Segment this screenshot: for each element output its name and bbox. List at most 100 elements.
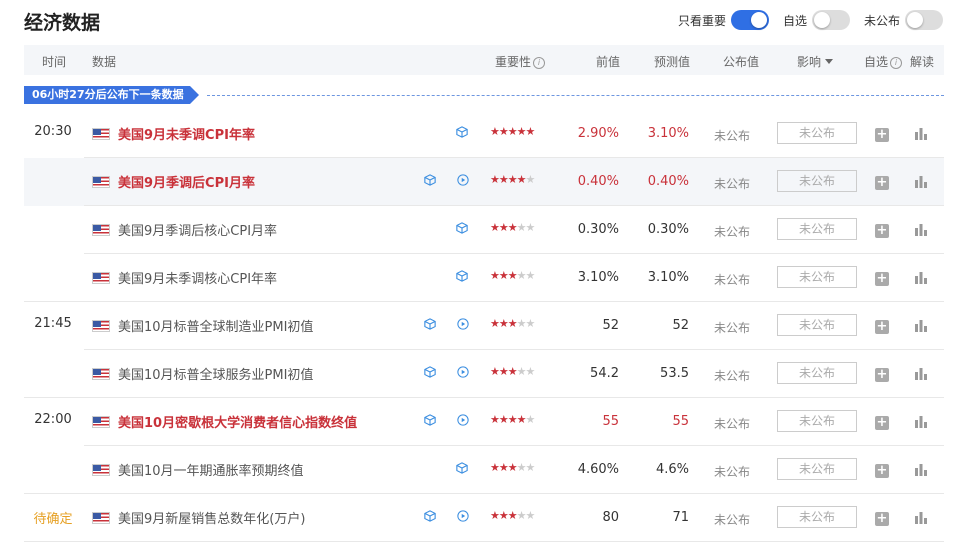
add-watchlist-button[interactable]: + — [875, 368, 889, 382]
table-row[interactable]: 22:00 美国10月密歇根大学消费者信心指数终值 ★★★★★ 55 55 未公布 未公布 + — [24, 398, 944, 446]
previous-value: 80 — [602, 510, 619, 525]
importance-stars: ★★★★★ — [490, 461, 535, 474]
play-icon[interactable] — [457, 414, 469, 426]
play-icon[interactable] — [457, 366, 469, 378]
toggle-unpublished[interactable]: 未公布 — [864, 10, 943, 30]
switch[interactable] — [905, 10, 943, 30]
previous-value: 52 — [602, 318, 619, 333]
table-row[interactable]: 美国10月一年期通胀率预期终值 ★★★★★ 4.60% 4.6% 未公布 未公布 + — [24, 446, 944, 494]
add-watchlist-button[interactable]: + — [875, 464, 889, 478]
chart-icon[interactable] — [914, 318, 928, 332]
table-row[interactable]: 美国9月季调后CPI月率 ★★★★★ 0.40% 0.40% 未公布 未公布 + — [24, 158, 944, 206]
cube-icon[interactable] — [456, 126, 468, 138]
star-icon: ★ — [490, 461, 500, 474]
chart-icon[interactable] — [914, 270, 928, 284]
toggle-label: 只看重要 — [677, 13, 726, 28]
add-watchlist-button[interactable]: + — [875, 512, 889, 526]
cube-icon[interactable] — [456, 462, 468, 474]
impact-box: 未公布 — [777, 506, 857, 528]
play-icon[interactable] — [457, 510, 469, 522]
table-header: 时间 数据 重要性 i 前值 预测值 公布值 影响 自选 i 解读 — [24, 45, 944, 75]
add-watchlist-button[interactable]: + — [875, 320, 889, 334]
col-interpret: 解读 — [910, 55, 935, 69]
forecast-value: 4.6% — [655, 462, 689, 477]
col-importance[interactable]: 重要性 i — [495, 53, 546, 70]
actual-value: 未公布 — [714, 177, 751, 191]
add-watchlist-button[interactable]: + — [875, 176, 889, 190]
previous-value: 4.60% — [577, 462, 619, 477]
table-row[interactable]: 美国9月未季调核心CPI年率 ★★★★★ 3.10% 3.10% 未公布 未公布 + — [24, 254, 944, 302]
switch[interactable] — [811, 10, 850, 30]
chart-icon[interactable] — [914, 174, 928, 188]
impact-box: 未公布 — [777, 314, 857, 336]
chart-icon[interactable] — [914, 510, 928, 524]
event-name[interactable]: 美国9月未季调核心CPI年率 — [118, 268, 277, 287]
chart-icon[interactable] — [914, 462, 928, 476]
col-impact-dropdown[interactable]: 影响 — [797, 53, 834, 70]
add-watchlist-button[interactable]: + — [875, 272, 889, 286]
star-icon: ★ — [507, 221, 518, 234]
help-icon[interactable]: i — [890, 57, 903, 69]
actual-value: 未公布 — [714, 321, 751, 335]
impact-box: 未公布 — [777, 458, 857, 480]
table-row[interactable]: 21:45 美国10月标普全球制造业PMI初值 ★★★★★ 52 52 未公布 未公布 + — [24, 302, 944, 350]
cube-icon[interactable] — [424, 510, 436, 522]
forecast-value: 3.10% — [647, 126, 689, 141]
chart-icon[interactable] — [914, 366, 928, 380]
add-watchlist-button[interactable]: + — [875, 128, 889, 142]
cube-icon[interactable] — [424, 318, 436, 330]
star-icon: ★ — [490, 509, 500, 522]
add-watchlist-button[interactable]: + — [875, 224, 889, 238]
event-name[interactable]: 美国10月标普全球制造业PMI初值 — [118, 316, 313, 335]
importance-stars: ★★★★★ — [490, 221, 535, 234]
chart-icon[interactable] — [914, 126, 928, 140]
star-icon: ★ — [516, 365, 527, 378]
cube-icon[interactable] — [456, 222, 468, 234]
event-name[interactable]: 美国10月密歇根大学消费者信心指数终值 — [118, 412, 357, 431]
star-icon: ★ — [525, 173, 536, 186]
toggle-important-only[interactable]: 只看重要 — [678, 10, 769, 30]
chart-icon[interactable] — [914, 414, 928, 428]
star-icon: ★ — [525, 269, 536, 282]
table-row[interactable]: 美国9月季调后核心CPI月率 ★★★★★ 0.30% 0.30% 未公布 未公布 + — [24, 206, 944, 254]
event-name[interactable]: 美国9月未季调CPI年率 — [118, 124, 255, 143]
table-row[interactable]: 美国10月标普全球服务业PMI初值 ★★★★★ 54.2 53.5 未公布 未公布 + — [24, 350, 944, 398]
cube-icon[interactable] — [424, 366, 436, 378]
previous-value: 0.40% — [577, 174, 619, 189]
previous-value: 2.90% — [577, 126, 619, 141]
impact-box: 未公布 — [777, 266, 857, 288]
help-icon[interactable]: i — [533, 57, 546, 69]
switch[interactable] — [730, 10, 769, 30]
event-name[interactable]: 美国9月季调后核心CPI月率 — [118, 220, 277, 239]
table-row[interactable]: 20:30 美国9月未季调CPI年率 ★★★★★ 2.90% 3.10% 未公布 未公布 + — [24, 110, 944, 158]
event-name[interactable]: 美国10月一年期通胀率预期终值 — [118, 460, 304, 479]
us-flag-icon — [92, 464, 110, 476]
toggle-watchlist[interactable]: 自选 — [783, 10, 850, 30]
star-icon: ★ — [490, 269, 500, 282]
impact-box: 未公布 — [777, 362, 857, 384]
event-name[interactable]: 美国10月标普全球服务业PMI初值 — [118, 364, 313, 383]
impact-box: 未公布 — [777, 122, 857, 144]
importance-stars: ★★★★★ — [490, 509, 535, 522]
star-icon: ★ — [516, 221, 527, 234]
table-row[interactable]: 待确定 美国9月新屋销售总数年化(万户) ★★★★★ 80 71 未公布 未公布 + — [24, 494, 944, 542]
importance-stars: ★★★★★ — [490, 173, 536, 186]
event-name[interactable]: 美国9月新屋销售总数年化(万户) — [118, 508, 305, 527]
us-flag-icon — [92, 320, 110, 332]
star-icon: ★ — [498, 173, 509, 186]
chart-icon[interactable] — [914, 222, 928, 236]
event-name[interactable]: 美国9月季调后CPI月率 — [118, 172, 255, 191]
impact-box: 未公布 — [777, 170, 857, 192]
star-icon: ★ — [498, 413, 509, 426]
cube-icon[interactable] — [456, 270, 468, 282]
us-flag-icon — [92, 128, 110, 140]
play-icon[interactable] — [457, 174, 469, 186]
countdown-tag: 06小时27分后公布下一条数据 — [24, 86, 199, 104]
col-watchlist[interactable]: 自选 i — [864, 53, 903, 70]
cube-icon[interactable] — [424, 174, 436, 186]
cube-icon[interactable] — [424, 414, 436, 426]
col-time: 时间 — [42, 55, 67, 69]
add-watchlist-button[interactable]: + — [875, 416, 889, 430]
play-icon[interactable] — [457, 318, 469, 330]
previous-value: 54.2 — [590, 366, 619, 381]
